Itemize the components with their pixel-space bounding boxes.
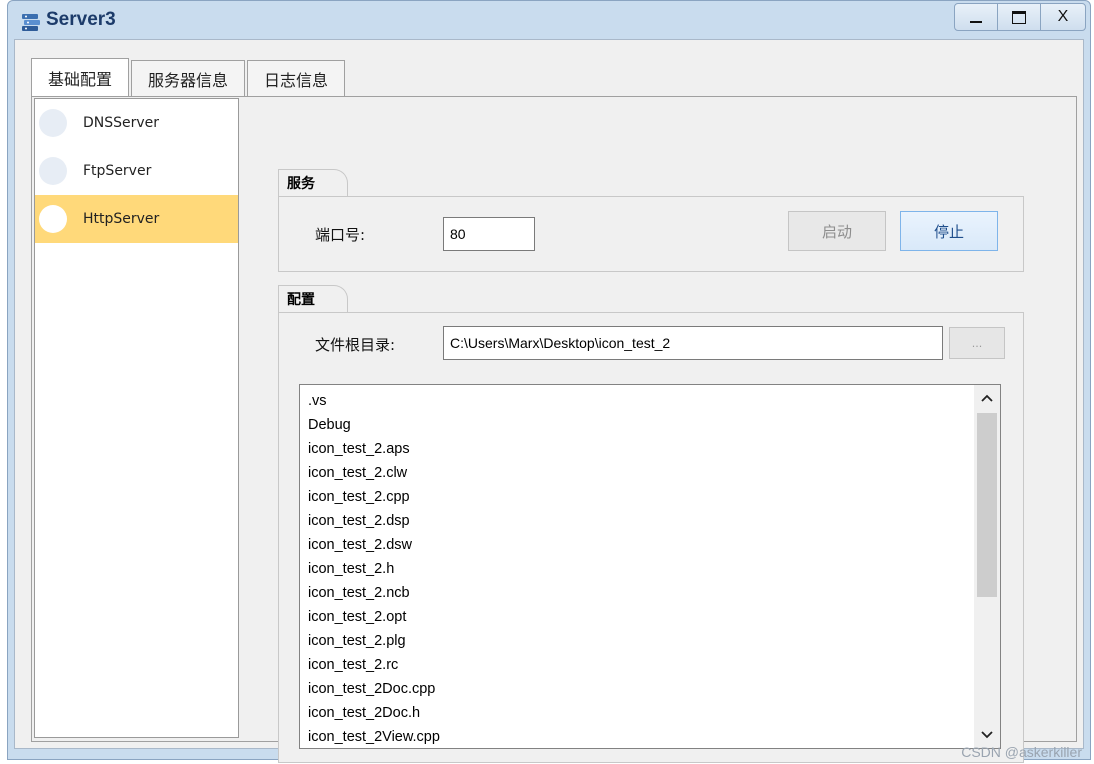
sidebar-item-ftpserver[interactable]: FtpServer (35, 147, 238, 195)
list-item[interactable]: icon_test_2View.cpp (308, 725, 440, 748)
sidebar-item-httpserver[interactable]: HttpServer (35, 195, 238, 243)
app-window: Server3 X 基础配置 服务器信息 日志信息 DNSServer FtpS… (7, 0, 1091, 763)
list-item[interactable]: icon_test_2.rc (308, 653, 440, 677)
app-icon (22, 14, 40, 31)
chevron-down-icon (981, 731, 993, 739)
window-title: Server3 (46, 9, 116, 30)
stop-button[interactable]: 停止 (900, 211, 998, 251)
maximize-icon (1012, 10, 1026, 24)
list-item[interactable]: icon_test_2.ncb (308, 581, 440, 605)
service-group-title: 服务 (278, 169, 348, 197)
service-group-box: 端口号: 80 启动 停止 (278, 196, 1024, 272)
list-item[interactable]: Debug (308, 413, 440, 437)
list-item[interactable]: icon_test_2Doc.h (308, 701, 440, 725)
sidebar-item-dnsserver[interactable]: DNSServer (35, 99, 238, 147)
list-item[interactable]: icon_test_2.aps (308, 437, 440, 461)
minimize-button[interactable] (954, 3, 998, 31)
tab-basic-config[interactable]: 基础配置 (31, 58, 130, 97)
server-status-icon (39, 205, 67, 233)
vertical-scrollbar[interactable] (974, 385, 1000, 748)
sidebar-item-label: DNSServer (83, 115, 160, 131)
close-button[interactable]: X (1040, 3, 1086, 31)
server-status-icon (39, 109, 67, 137)
server-list: DNSServer FtpServer HttpServer (34, 98, 239, 738)
list-item[interactable]: icon_test_2.h (308, 557, 440, 581)
port-input[interactable]: 80 (443, 217, 535, 251)
config-group: 配置 文件根目录: C:\Users\Marx\Desktop\icon_tes… (278, 285, 1024, 763)
browse-button[interactable]: ... (949, 327, 1005, 359)
config-group-box: 文件根目录: C:\Users\Marx\Desktop\icon_test_2… (278, 312, 1024, 763)
list-item[interactable]: icon_test_2.cpp (308, 485, 440, 509)
close-icon: X (1057, 8, 1069, 25)
list-item[interactable]: icon_test_2Doc.cpp (308, 677, 440, 701)
list-item[interactable]: icon_test_2.dsw (308, 533, 440, 557)
tab-server-info[interactable]: 服务器信息 (131, 60, 246, 96)
watermark: CSDN @askerkiller (961, 744, 1082, 760)
list-item[interactable]: icon_test_2.dsp (308, 509, 440, 533)
server-status-icon (39, 157, 67, 185)
scroll-up-button[interactable] (974, 385, 1000, 411)
title-bar[interactable]: Server3 X (8, 1, 1090, 41)
config-group-title: 配置 (278, 285, 348, 313)
minimize-icon (970, 21, 982, 23)
tab-strip: 基础配置 服务器信息 日志信息 (31, 58, 347, 98)
tab-label: 日志信息 (264, 70, 329, 90)
tab-label: 基础配置 (48, 70, 113, 89)
start-button[interactable]: 启动 (788, 211, 886, 251)
window-controls: X (954, 3, 1086, 33)
tab-label: 服务器信息 (148, 70, 229, 90)
sidebar-item-label: HttpServer (83, 211, 160, 227)
list-item[interactable]: icon_test_2.plg (308, 629, 440, 653)
file-list[interactable]: .vs Debug icon_test_2.aps icon_test_2.cl… (299, 384, 1001, 749)
file-items: .vs Debug icon_test_2.aps icon_test_2.cl… (308, 389, 440, 748)
root-dir-label: 文件根目录: (315, 336, 396, 354)
tab-panel-basic-config: DNSServer FtpServer HttpServer 服务 端口号: 8… (31, 96, 1077, 763)
sidebar-item-label: FtpServer (83, 163, 152, 179)
root-dir-input[interactable]: C:\Users\Marx\Desktop\icon_test_2 (443, 326, 943, 360)
port-label: 端口号: (315, 226, 366, 244)
list-item[interactable]: icon_test_2.clw (308, 461, 440, 485)
client-area: 基础配置 服务器信息 日志信息 DNSServer FtpServer Http… (14, 39, 1084, 763)
tab-log-info[interactable]: 日志信息 (247, 60, 346, 96)
service-group: 服务 端口号: 80 启动 停止 (278, 169, 1024, 273)
scroll-thumb[interactable] (977, 413, 997, 597)
list-item[interactable]: icon_test_2.opt (308, 605, 440, 629)
list-item[interactable]: .vs (308, 389, 440, 413)
maximize-button[interactable] (997, 3, 1041, 31)
chevron-up-icon (981, 394, 993, 402)
